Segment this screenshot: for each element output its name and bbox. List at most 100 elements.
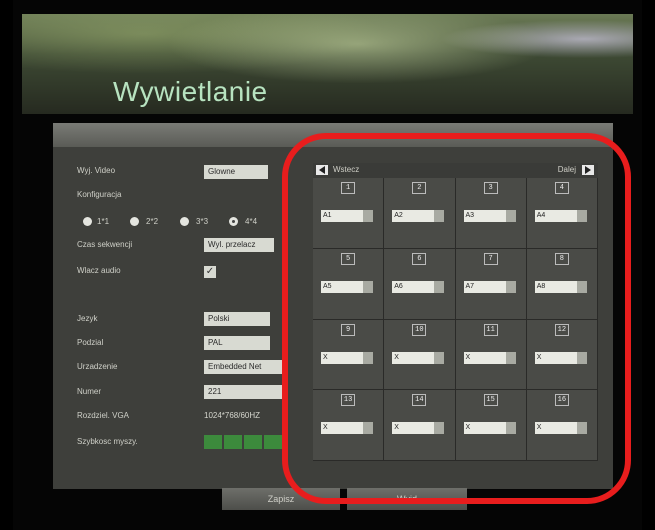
layout-radio-2x2[interactable] <box>130 217 139 226</box>
chevron-down-icon[interactable] <box>363 210 373 222</box>
save-button[interactable]: Zapisz <box>222 488 340 510</box>
prev-arrow-icon[interactable] <box>316 165 328 175</box>
number-input[interactable]: 221 <box>204 385 282 399</box>
layout-label-1x1: 1*1 <box>97 217 110 226</box>
channel-cell: 10 X <box>384 319 456 391</box>
chevron-down-icon[interactable] <box>434 351 445 364</box>
channel-number: 6 <box>412 252 427 265</box>
page-title: Wywietlanie <box>113 76 268 107</box>
channel-cell: 11 X <box>455 319 527 391</box>
channel-number: 3 <box>483 182 498 194</box>
channel-cell: 9X <box>313 319 385 391</box>
channel-number: 14 <box>412 394 427 407</box>
device-value: Embedded Net <box>208 362 262 371</box>
chevron-down-icon[interactable] <box>505 351 516 364</box>
panel-header-bar <box>53 123 613 147</box>
mouse-speed-label: Szybkosc myszy. <box>77 437 138 446</box>
channel-select[interactable]: A5 <box>321 280 363 293</box>
audio-label: Wlacz audio <box>77 266 121 275</box>
channel-number: 8 <box>554 252 569 265</box>
sequence-value: Wyl. przelacz <box>208 240 256 249</box>
channel-select[interactable]: X <box>392 422 435 435</box>
channel-select[interactable]: X <box>534 422 577 435</box>
standard-select[interactable]: PAL <box>204 336 270 350</box>
channel-number: 10 <box>412 323 427 336</box>
channel-number: 1 <box>341 182 356 194</box>
video-out-label: Wyj. Video <box>77 166 116 175</box>
language-select[interactable]: Polski <box>204 312 270 326</box>
chevron-down-icon[interactable] <box>363 422 373 435</box>
next-arrow-icon[interactable] <box>582 165 594 175</box>
channel-select[interactable]: X <box>321 351 363 364</box>
exit-button[interactable]: Wyjd <box>347 488 467 510</box>
prev-page-label[interactable]: Wstecz <box>333 165 359 174</box>
channel-cell: 7 A7 <box>455 248 527 320</box>
speed-segment <box>264 435 282 449</box>
chevron-down-icon[interactable] <box>505 280 516 293</box>
language-label: Jezyk <box>77 314 98 323</box>
channel-cells: 1 A1 2 A2 3 A3 4 A4 5 A5 6 A6 7 A7 8 A8 9 X 10 X 11 X 12 X 13 X 14… <box>313 178 598 461</box>
channel-select[interactable]: A3 <box>463 210 506 222</box>
device-label: Urzadzenie <box>77 362 118 371</box>
channel-select[interactable]: X <box>463 422 506 435</box>
layout-radio-4x4[interactable] <box>229 217 238 226</box>
chevron-down-icon[interactable] <box>434 422 445 435</box>
sequence-label: Czas sekwencji <box>77 240 133 249</box>
layout-radio-3x3[interactable] <box>180 217 189 226</box>
channel-select[interactable]: X <box>534 351 577 364</box>
channel-cell: 16 X <box>526 390 598 461</box>
vga-label: Rozdziel. VGA <box>77 411 130 420</box>
channel-number: 5 <box>341 252 356 265</box>
channel-number: 16 <box>554 394 569 407</box>
layout-label-4x4: 4*4 <box>245 217 258 226</box>
number-value: 221 <box>208 387 222 396</box>
channel-cell: 15 X <box>455 390 527 461</box>
channel-select[interactable]: A1 <box>321 210 363 222</box>
channel-select[interactable]: A6 <box>392 280 435 293</box>
channel-select[interactable]: A8 <box>534 280 577 293</box>
device-select[interactable]: Embedded Net <box>204 360 282 374</box>
standard-label: Podzial <box>77 338 104 347</box>
channel-cell: 4 A4 <box>526 178 598 249</box>
chevron-down-icon[interactable] <box>363 280 373 293</box>
chevron-down-icon[interactable] <box>505 210 516 222</box>
chevron-down-icon[interactable] <box>576 351 587 364</box>
sequence-select[interactable]: Wyl. przelacz <box>204 238 274 252</box>
video-out-select[interactable]: Glowne <box>204 165 268 179</box>
chevron-down-icon[interactable] <box>505 422 516 435</box>
channel-number: 4 <box>554 182 569 194</box>
chevron-down-icon[interactable] <box>576 280 587 293</box>
chevron-down-icon[interactable] <box>434 280 445 293</box>
vga-value: 1024*768/60HZ <box>204 411 261 420</box>
channel-number: 12 <box>554 323 569 336</box>
video-out-value: Glowne <box>208 167 236 176</box>
speed-segment <box>244 435 262 449</box>
speed-segment <box>204 435 222 449</box>
channel-cell: 5 A5 <box>313 248 385 320</box>
chevron-down-icon[interactable] <box>576 422 587 435</box>
channel-number: 7 <box>483 252 498 265</box>
channel-select[interactable]: A4 <box>534 210 577 222</box>
config-label: Konfiguracja <box>77 190 122 199</box>
channel-cell: 14 X <box>384 390 456 461</box>
channel-select[interactable]: A2 <box>392 210 435 222</box>
channel-number: 11 <box>483 323 498 336</box>
layout-radio-1x1[interactable] <box>83 217 92 226</box>
channel-cell: 3 A3 <box>455 178 527 249</box>
channel-number: 15 <box>483 394 498 407</box>
channel-select[interactable]: X <box>392 351 435 364</box>
chevron-down-icon[interactable] <box>363 351 373 364</box>
channel-select[interactable]: X <box>321 422 363 435</box>
chevron-down-icon[interactable] <box>576 210 587 222</box>
mouse-speed-slider[interactable] <box>204 435 282 449</box>
channel-select[interactable]: X <box>463 351 506 364</box>
chevron-down-icon[interactable] <box>434 210 445 222</box>
channel-cell: 2 A2 <box>384 178 456 249</box>
language-value: Polski <box>208 314 230 323</box>
channel-cell: 13 X <box>313 390 385 461</box>
next-page-label[interactable]: Dalej <box>558 165 576 174</box>
channel-number: 13 <box>341 394 356 407</box>
channel-layout-grid: Wstecz Dalej 1 A1 2 A2 3 A3 4 A4 5 A5 6 A6 7 A7 8 A8 9 X 1… <box>313 163 598 461</box>
audio-checkbox[interactable]: ✓ <box>204 266 216 278</box>
channel-select[interactable]: A7 <box>463 280 506 293</box>
